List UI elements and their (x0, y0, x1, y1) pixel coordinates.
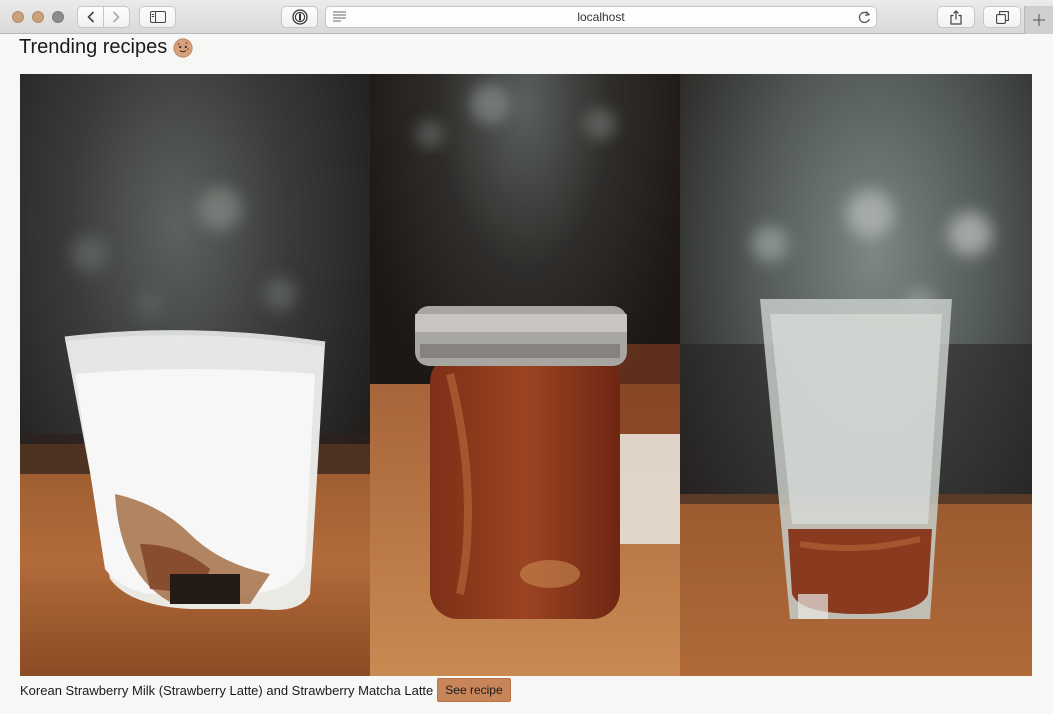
tabs-overview-button[interactable] (983, 6, 1021, 28)
page-title: Trending recipes (19, 36, 193, 59)
minimize-window-button[interactable] (32, 11, 44, 23)
password-button[interactable] (281, 6, 318, 28)
share-button[interactable] (937, 6, 975, 28)
plus-icon (1033, 14, 1045, 26)
share-icon (950, 9, 962, 25)
strawberry-milk-photo (20, 74, 370, 676)
sidebar-icon (149, 11, 166, 23)
recipe-caption-row: Korean Strawberry Milk (Strawberry Latte… (20, 678, 511, 702)
forward-icon (112, 11, 121, 23)
browser-toolbar: localhost (0, 0, 1053, 34)
address-bar[interactable]: localhost (325, 6, 877, 28)
url-text[interactable]: localhost (326, 10, 876, 24)
back-icon (86, 11, 95, 23)
history-nav (77, 6, 130, 28)
new-tab-button[interactable] (1024, 6, 1053, 34)
close-window-button[interactable] (12, 11, 24, 23)
strawberry-syrup-jar-photo (370, 74, 680, 676)
recipe-hero-image[interactable] (20, 74, 1032, 676)
recipe-caption: Korean Strawberry Milk (Strawberry Latte… (20, 682, 434, 698)
password-icon (291, 9, 308, 25)
tabs-icon (995, 10, 1009, 24)
strawberry-matcha-photo (680, 74, 1032, 676)
reload-icon[interactable] (858, 10, 871, 24)
cookie-face-icon (173, 37, 193, 58)
forward-button[interactable] (104, 7, 129, 27)
zoom-window-button[interactable] (52, 11, 64, 23)
see-recipe-button[interactable]: See recipe (437, 678, 511, 702)
page-title-text: Trending recipes (19, 36, 168, 58)
back-button[interactable] (78, 7, 103, 27)
sidebar-button[interactable] (139, 6, 176, 28)
